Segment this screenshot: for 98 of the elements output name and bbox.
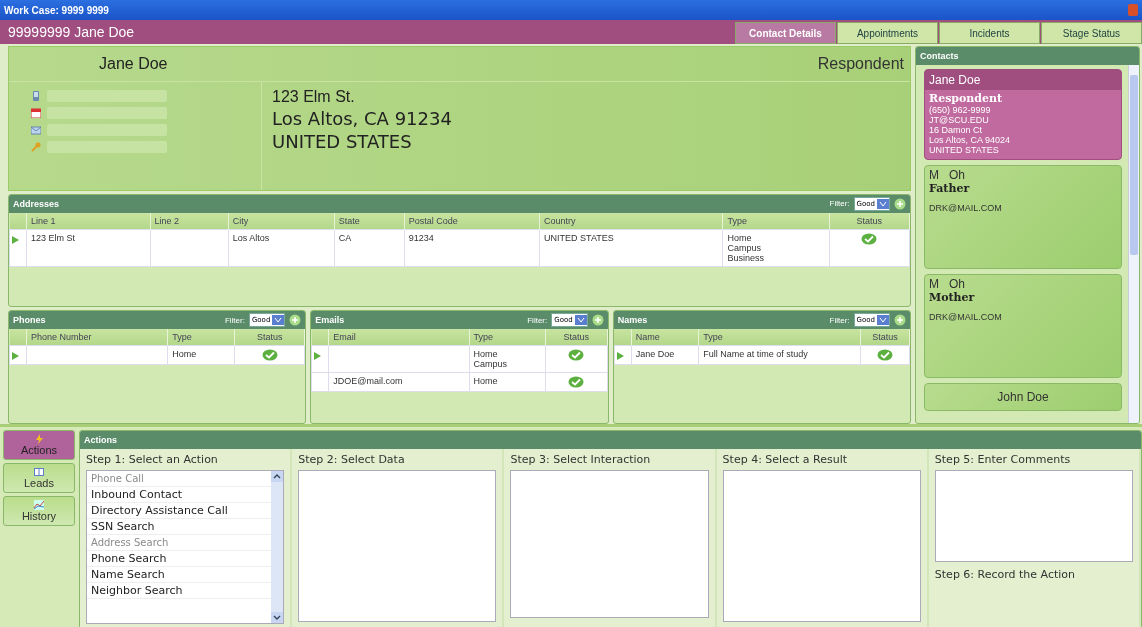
contact-name: Jane Doe [925, 70, 1121, 90]
contact-detail: JT@SCU.EDU [928, 115, 990, 125]
scroll-thumb[interactable] [1130, 75, 1138, 255]
table-cell: CA [334, 229, 405, 267]
address-line: 123 Elm St. [272, 88, 356, 106]
step-label: Step 1: Select an Action [86, 453, 219, 466]
add-icon[interactable] [289, 314, 302, 327]
list-item[interactable]: Neighbor Search [87, 583, 272, 599]
window-title: Work Case: 9999 9999 [4, 4, 109, 16]
comments-field[interactable] [934, 470, 1133, 562]
contact-card[interactable]: John Doe [924, 383, 1122, 411]
envelope-icon [31, 125, 41, 135]
phone-icon [31, 91, 41, 101]
column-header [614, 329, 632, 346]
panel-title: Emails [315, 315, 346, 326]
table-cell: Home Campus [469, 345, 546, 373]
add-icon[interactable] [591, 314, 604, 327]
table-cell: Full Name at time of study [698, 345, 861, 365]
step-label: Step 4: Select a Result [722, 453, 848, 466]
tab[interactable]: Stage Status [1041, 22, 1142, 44]
step-label: Step 2: Select Data [298, 453, 406, 466]
column-header [311, 329, 329, 346]
contact-name: M Oh [929, 277, 966, 291]
column-header: Type [698, 329, 861, 346]
key-icon [31, 142, 41, 152]
selection-list[interactable] [510, 470, 709, 618]
selection-list[interactable] [722, 470, 921, 622]
selection-list[interactable] [298, 470, 497, 622]
add-icon[interactable] [894, 197, 906, 210]
panel-title: Contacts [920, 51, 960, 61]
column-header: Status [234, 329, 305, 346]
person-role: Respondent [817, 55, 904, 73]
filter-label: Filter: [829, 315, 850, 325]
chart-icon [32, 500, 46, 510]
nav-button[interactable]: Leads [3, 463, 75, 493]
filter-label: Filter: [829, 199, 850, 209]
column-header [9, 329, 27, 346]
column-header: Status [545, 329, 608, 346]
scrollbar[interactable] [1128, 65, 1139, 423]
nav-button[interactable]: History [3, 496, 75, 526]
contact-detail: 16 Damon Ct [928, 125, 984, 135]
contact-role: Respondent [928, 91, 1004, 105]
column-header: Status [860, 329, 910, 346]
table-cell: Jane Doe [631, 345, 699, 365]
table-cell: UNITED STATES [539, 229, 723, 267]
case-title: 99999999 Jane Doe [8, 24, 135, 40]
step-label: Step 6: Record the Action [934, 568, 1077, 581]
contact-role: Mother [929, 291, 976, 304]
panel-title: Actions [84, 435, 118, 445]
address-line: Los Altos, CA 91234 [272, 108, 452, 129]
list-item[interactable]: Directory Assistance Call [87, 503, 272, 519]
row-indicator[interactable] [614, 345, 632, 365]
contact-detail: DRK@MAIL.COM [929, 312, 1003, 322]
list-item[interactable]: SSN Search [87, 519, 272, 535]
filter-label: Filter: [527, 315, 548, 325]
list-item[interactable]: Inbound Contact [87, 487, 272, 503]
table-cell: 123 Elm St [26, 229, 151, 267]
row-indicator[interactable] [9, 229, 27, 267]
add-icon[interactable] [894, 314, 906, 327]
panel-title: Names [617, 315, 649, 326]
table-cell: Home [167, 345, 235, 365]
contact-detail: DRK@MAIL.COM [929, 203, 1003, 213]
column-header: Type [469, 329, 546, 346]
row-indicator[interactable] [9, 345, 27, 365]
list-item[interactable]: Phone Search [87, 551, 272, 567]
person-name: Jane Doe [99, 55, 168, 73]
table-cell: 91234 [404, 229, 540, 267]
panel-title: Addresses [13, 198, 61, 209]
contact-card[interactable]: Jane Doe Respondent (650) 962-9999 JT@SCU.EDU 16 Damon Ct Los Altos, CA 94024 UNITED STATES [924, 69, 1122, 160]
scroll-up-icon[interactable] [271, 471, 284, 482]
address-line: UNITED STATES [272, 131, 413, 152]
column-header: Phone Number [26, 329, 168, 346]
scroll-down-icon[interactable] [271, 612, 284, 623]
calendar-icon [31, 108, 41, 118]
table-cell: Home Campus Business [722, 229, 829, 267]
tab[interactable]: Appointments [837, 22, 938, 44]
filter-label: Filter: [224, 315, 245, 325]
list-item[interactable]: Name Search [87, 567, 272, 583]
panel-title: Phones [13, 315, 47, 326]
contact-detail: (650) 962-9999 [928, 105, 992, 115]
table-cell: Los Altos [228, 229, 335, 267]
contact-detail: Los Altos, CA 94024 [928, 135, 1012, 145]
close-button[interactable] [1128, 4, 1138, 16]
contact-card[interactable]: M Oh Father DRK@MAIL.COM [924, 165, 1122, 269]
contact-name: John Doe [997, 390, 1049, 404]
column-header: Name [631, 329, 699, 346]
step-label: Step 5: Enter Comments [934, 453, 1072, 466]
nav-button[interactable]: Actions [3, 430, 75, 460]
contact-role: Father [929, 182, 971, 195]
book-icon [32, 467, 46, 477]
contact-name: M Oh [929, 168, 966, 182]
contact-detail: UNITED STATES [928, 145, 1000, 157]
tab[interactable]: Incidents [939, 22, 1040, 44]
column-header: Type [167, 329, 235, 346]
row-indicator[interactable] [311, 345, 329, 373]
step-label: Step 3: Select Interaction [510, 453, 652, 466]
contact-card[interactable]: M Oh Mother DRK@MAIL.COM [924, 274, 1122, 378]
column-header: Email [328, 329, 469, 346]
